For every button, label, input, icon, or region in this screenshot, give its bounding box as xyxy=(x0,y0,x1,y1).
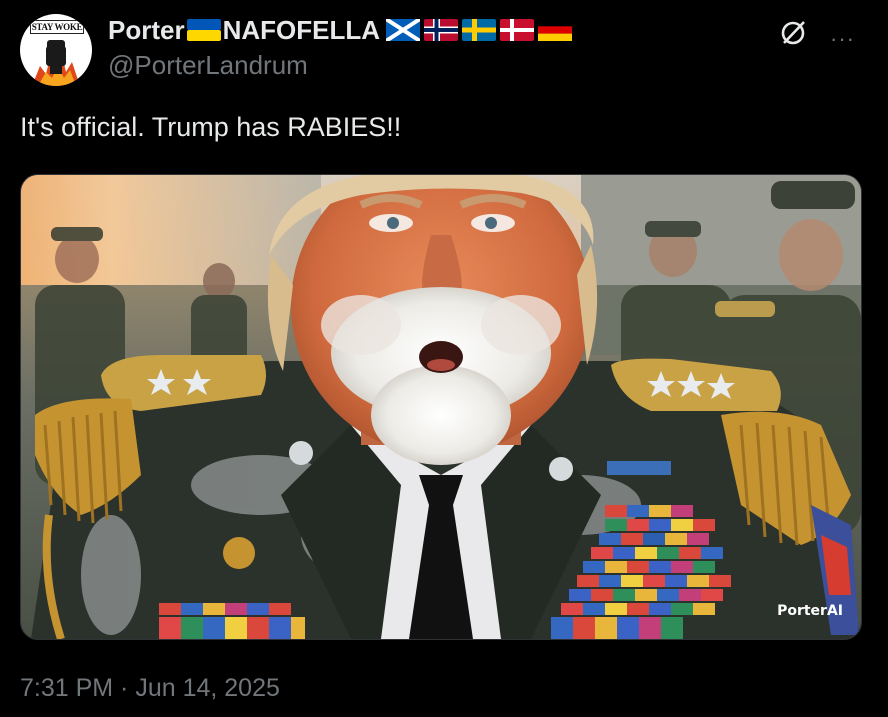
tweet-image[interactable]: PorterAI xyxy=(20,174,862,640)
denmark-flag-icon xyxy=(500,19,534,41)
ukraine-flag-icon xyxy=(186,19,221,41)
tweet-text: It's official. Trump has RABIES!! xyxy=(20,112,402,142)
tweet-header: Porter NAFOFELLA @PorterLandrum xyxy=(108,14,574,81)
norway-flag-icon xyxy=(424,19,458,41)
tweet-timestamp[interactable]: 7:31 PM · Jun 14, 2025 xyxy=(20,674,280,703)
sweden-flag-icon xyxy=(462,19,496,41)
user-handle[interactable]: @PorterLandrum xyxy=(108,50,574,81)
raised-fist-icon xyxy=(32,40,80,86)
display-name-suffix[interactable]: NAFOFELLA xyxy=(223,15,380,46)
media-watermark: PorterAI xyxy=(777,603,843,619)
display-name[interactable]: Porter NAFOFELLA xyxy=(108,15,380,46)
avatar[interactable]: STAY WOKE xyxy=(20,14,92,86)
more-options-button[interactable]: ··· xyxy=(830,26,855,52)
flag-emojis xyxy=(384,19,574,41)
germany-flag-icon xyxy=(538,19,572,41)
grok-icon[interactable] xyxy=(778,18,808,48)
ai-generated-general-image xyxy=(21,175,861,639)
display-name-first[interactable]: Porter xyxy=(108,15,185,46)
scotland-flag-icon xyxy=(386,19,420,41)
